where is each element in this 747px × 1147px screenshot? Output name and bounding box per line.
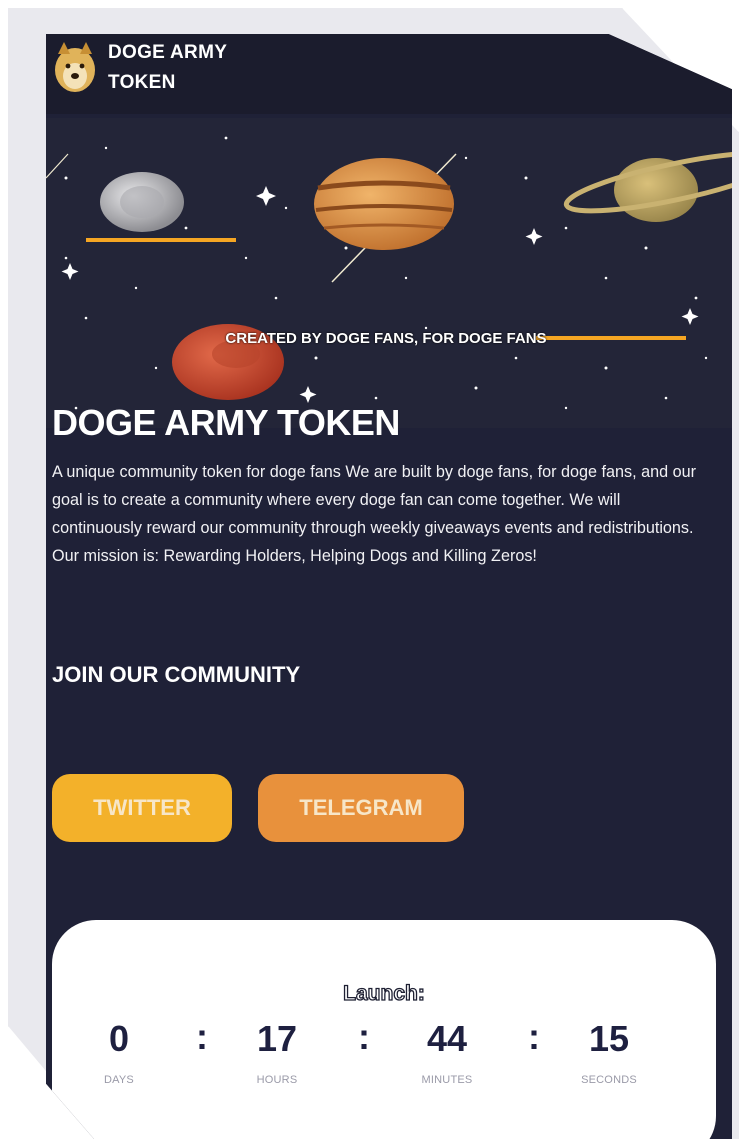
telegram-button[interactable]: TELEGRAM xyxy=(258,774,464,842)
brand-name[interactable]: DOGE ARMY TOKEN xyxy=(108,38,227,98)
twitter-button[interactable]: TWITTER xyxy=(52,774,232,842)
community-heading: JOIN OUR COMMUNITY xyxy=(52,662,301,687)
countdown-separator: : xyxy=(528,1016,540,1057)
top-navbar: DOGE ARMY TOKEN xyxy=(46,34,732,114)
brand-line-1: DOGE ARMY xyxy=(108,42,228,63)
days-label: DAYS xyxy=(104,1074,134,1086)
doge-logo-icon[interactable] xyxy=(52,40,98,96)
countdown-separator: : xyxy=(196,1016,208,1057)
brand-line-2: TOKEN xyxy=(108,72,176,93)
seconds-label: SECONDS xyxy=(581,1074,637,1086)
hours-label: HOURS xyxy=(256,1074,298,1086)
countdown-days: 0 DAYS xyxy=(74,1018,164,1086)
hours-value: 17 xyxy=(256,1018,298,1059)
minutes-value: 44 xyxy=(426,1018,468,1059)
minutes-label: MINUTES xyxy=(421,1074,473,1086)
seconds-value: 15 xyxy=(588,1018,630,1059)
hero-tagline: CREATED BY DOGE FANS, FOR DOGE FANS xyxy=(225,330,547,347)
days-value: 0 xyxy=(108,1018,130,1059)
countdown-hours: 17 HOURS xyxy=(232,1018,322,1086)
description-text: A unique community token for doge fans W… xyxy=(52,463,697,565)
hero-banner: CREATED BY DOGE FANS, FOR DOGE FANS xyxy=(46,118,732,428)
page-screen: DOGE ARMY TOKEN CREATED BY DOGE FANS, FO… xyxy=(46,34,732,1139)
countdown-separator: : xyxy=(358,1016,370,1057)
countdown-seconds: 15 SECONDS xyxy=(564,1018,654,1086)
countdown-card: Launch: 0 DAYS : 17 HOURS : 44 MINUTES :… xyxy=(52,920,716,1139)
page-title: DOGE ARMY TOKEN xyxy=(52,402,400,443)
countdown-minutes: 44 MINUTES xyxy=(402,1018,492,1086)
space-illustration xyxy=(46,136,732,410)
launch-label: Launch: xyxy=(343,981,426,1005)
